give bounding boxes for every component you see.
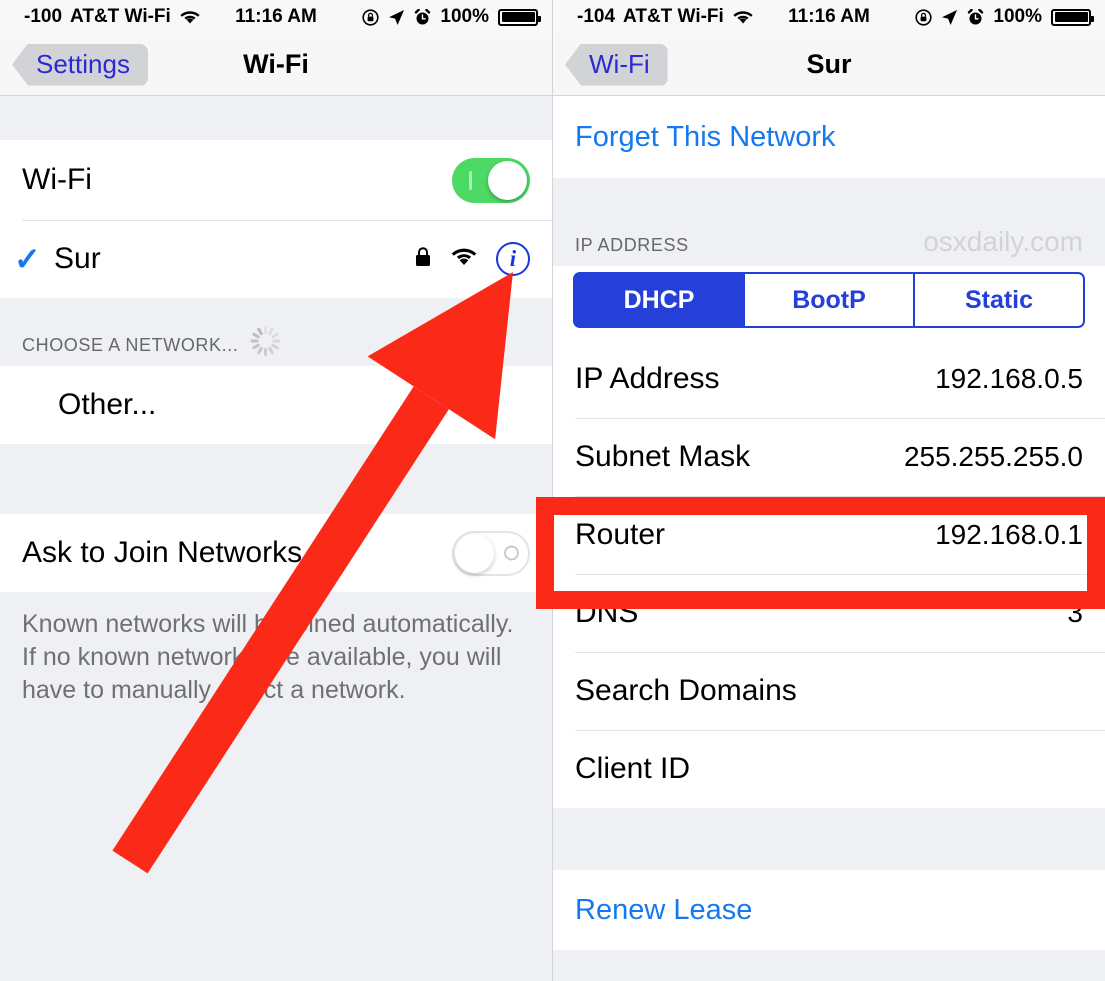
network-name-label: Sur	[54, 242, 101, 275]
row-label: Search Domains	[575, 674, 797, 707]
toggle-on-bar	[469, 170, 472, 190]
network-row-sur[interactable]: ✓ Sur i	[0, 220, 552, 298]
rotation-lock-icon	[915, 8, 932, 26]
wifi-toggle-row[interactable]: Wi-Fi	[0, 140, 552, 220]
renew-lease-label: Renew Lease	[575, 893, 753, 926]
wifi-toggle-label: Wi-Fi	[22, 163, 92, 196]
row-value: 192.168.0.1	[935, 519, 1083, 550]
forget-network-row[interactable]: Forget This Network	[553, 96, 1105, 178]
screenshot-root: -100 AT&T Wi-Fi 11:16 AM 100% Settings W…	[0, 0, 1105, 981]
battery-percent-left: 100%	[440, 6, 489, 27]
table-row-router[interactable]: Router 192.168.0.1	[553, 496, 1105, 574]
spacer-renew	[553, 808, 1105, 870]
toggle-knob	[488, 160, 527, 200]
status-bar-right: -104 AT&T Wi-Fi 11:16 AM 100%	[553, 0, 1105, 34]
other-network-group: Other...	[0, 366, 552, 444]
info-icon[interactable]: i	[496, 242, 530, 276]
table-row[interactable]: Search Domains	[553, 652, 1105, 730]
renew-lease-group: Renew Lease	[553, 870, 1105, 950]
network-detail-panel: -104 AT&T Wi-Fi 11:16 AM 100% Wi-Fi Sur …	[552, 0, 1105, 981]
row-value: 3	[1067, 597, 1083, 628]
battery-icon	[498, 8, 541, 26]
forget-network-label: Forget This Network	[575, 120, 836, 153]
row-label: IP Address	[575, 362, 720, 395]
location-arrow-icon	[941, 9, 958, 26]
table-row[interactable]: IP Address 192.168.0.5	[553, 340, 1105, 418]
page-title-wifi: Wi-Fi	[243, 49, 309, 79]
spacer-ip	[553, 178, 1105, 226]
wifi-settings-panel: -100 AT&T Wi-Fi 11:16 AM 100% Settings W…	[0, 0, 552, 981]
ask-to-join-group: Ask to Join Networks	[0, 514, 552, 592]
table-row[interactable]: DNS 3	[553, 574, 1105, 652]
spacer-ask	[0, 444, 552, 514]
table-row[interactable]: Subnet Mask 255.255.255.0	[553, 418, 1105, 496]
row-value: 192.168.0.5	[935, 363, 1083, 394]
row-label: Router	[575, 518, 666, 551]
choose-network-header: CHOOSE A NETWORK...	[0, 320, 552, 366]
battery-icon	[1051, 8, 1094, 26]
ask-to-join-toggle[interactable]	[452, 530, 530, 576]
rotation-lock-icon	[362, 8, 379, 26]
alarm-clock-icon	[967, 8, 984, 26]
status-bar-left: -100 AT&T Wi-Fi 11:16 AM 100%	[0, 0, 552, 34]
toggle-knob	[455, 533, 494, 573]
row-value: 255.255.255.0	[903, 441, 1083, 472]
ip-config-segmented-control[interactable]: DHCP BootP Static	[573, 272, 1085, 328]
other-network-label: Other...	[58, 388, 157, 421]
row-label: Subnet Mask	[575, 440, 751, 473]
spacer-top	[0, 96, 552, 140]
network-row-icons: i	[414, 242, 530, 276]
loading-spinner-icon	[250, 326, 281, 356]
checkmark-icon: ✓	[14, 241, 41, 277]
toggle-off-ring	[504, 545, 519, 561]
location-arrow-icon	[388, 9, 405, 26]
row-label: DNS	[575, 596, 639, 629]
spacer-bottom	[553, 950, 1105, 981]
watermark: osxdaily.com	[923, 226, 1083, 257]
table-row[interactable]: Client ID	[553, 730, 1105, 808]
choose-network-label: CHOOSE A NETWORK...	[22, 335, 239, 355]
ip-address-header: IP ADDRESS osxdaily.com	[553, 226, 1105, 266]
ask-to-join-footnote: Known networks will be joined automatica…	[0, 592, 552, 707]
segment-static[interactable]: Static	[914, 272, 1085, 328]
row-label: Client ID	[575, 752, 691, 785]
ip-details-group: IP Address 192.168.0.5 Subnet Mask 255.2…	[553, 340, 1105, 808]
segment-bootp[interactable]: BootP	[744, 272, 914, 328]
nav-bar-right: Wi-Fi Sur	[553, 34, 1105, 96]
status-bar-right-group: 100%	[362, 6, 541, 28]
segment-dhcp[interactable]: DHCP	[573, 272, 744, 328]
page-title-sur: Sur	[806, 49, 852, 79]
spacer-choose	[0, 298, 552, 320]
lock-icon	[414, 246, 432, 273]
ip-address-header-label: IP ADDRESS	[575, 235, 689, 255]
wifi-group: Wi-Fi ✓ Sur i	[0, 140, 552, 298]
alarm-clock-icon	[414, 8, 431, 26]
other-network-row[interactable]: Other...	[0, 366, 552, 444]
status-bar-right-group-right: 100%	[915, 6, 1094, 28]
ip-config-segmented-control-wrap: DHCP BootP Static	[553, 266, 1105, 340]
nav-bar-left: Settings Wi-Fi	[0, 34, 552, 96]
ask-to-join-row[interactable]: Ask to Join Networks	[0, 514, 552, 592]
ask-to-join-label: Ask to Join Networks	[22, 536, 303, 569]
wifi-signal-icon	[450, 246, 478, 272]
wifi-toggle-switch[interactable]	[452, 157, 530, 203]
forget-network-group: Forget This Network	[553, 96, 1105, 178]
renew-lease-row[interactable]: Renew Lease	[553, 870, 1105, 950]
battery-percent-right: 100%	[993, 6, 1042, 27]
